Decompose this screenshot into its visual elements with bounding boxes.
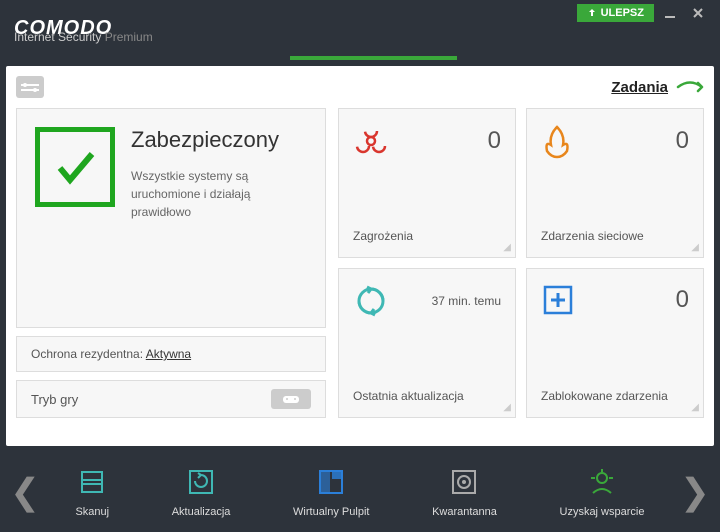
last-update-tile[interactable]: 37 min. temu Ostatnia aktualizacja ◢: [338, 268, 516, 418]
upgrade-button[interactable]: ULEPSZ: [577, 4, 654, 22]
product-edition: Premium: [105, 30, 153, 44]
quarantine-label: Kwarantanna: [432, 506, 497, 518]
threats-tile[interactable]: 0 Zagrożenia ◢: [338, 108, 516, 258]
support-label: Uzyskaj wsparcie: [560, 506, 645, 518]
quarantine-action[interactable]: Kwarantanna: [432, 466, 497, 518]
content-top-row: Zadania: [16, 76, 704, 98]
update-label: Ostatnia aktualizacja: [353, 389, 501, 403]
threats-count: 0: [488, 127, 501, 155]
update-action[interactable]: Aktualizacja: [172, 466, 231, 518]
game-mode-label: Tryb gry: [31, 392, 78, 407]
left-column: Zabezpieczony Wszystkie systemy są uruch…: [16, 108, 326, 418]
action-bar: Skanuj Aktualizacja Wirtualny Pulpit Kwa…: [44, 466, 676, 518]
update-action-label: Aktualizacja: [172, 506, 231, 518]
minimize-button[interactable]: [658, 3, 682, 23]
biohazard-icon: [353, 123, 389, 159]
resident-label: Ochrona rezydentna:: [31, 347, 143, 361]
tasks-label: Zadania: [611, 79, 668, 96]
titlebar: COMODO Internet Security Premium ULEPSZ: [0, 0, 720, 56]
game-mode-row: Tryb gry: [16, 380, 326, 418]
blocked-label: Zablokowane zdarzenia: [541, 389, 689, 403]
support-icon: [586, 466, 618, 498]
tasks-link[interactable]: Zadania: [611, 79, 704, 96]
status-text: Zabezpieczony Wszystkie systemy są uruch…: [131, 127, 307, 221]
footer-actions: ❮ Skanuj Aktualizacja Wirtualny Pulpit K…: [0, 452, 720, 532]
game-mode-toggle[interactable]: [271, 389, 311, 409]
status-subtitle: Wszystkie systemy są uruchomione i dział…: [131, 167, 307, 221]
expand-icon: ◢: [503, 402, 511, 413]
scan-label: Skanuj: [75, 506, 109, 518]
expand-icon: ◢: [691, 402, 699, 413]
expand-icon: ◢: [691, 242, 699, 253]
threats-label: Zagrożenia: [353, 229, 501, 243]
quarantine-icon: [448, 466, 480, 498]
update-action-icon: [185, 466, 217, 498]
close-button[interactable]: [686, 3, 710, 23]
upgrade-label: ULEPSZ: [601, 7, 644, 19]
blocked-events-tile[interactable]: 0 Zablokowane zdarzenia ◢: [526, 268, 704, 418]
status-title: Zabezpieczony: [131, 127, 307, 153]
resident-value-link[interactable]: Aktywna: [146, 347, 191, 361]
update-time: 37 min. temu: [432, 294, 501, 308]
scan-icon: [76, 466, 108, 498]
virtual-desktop-label: Wirtualny Pulpit: [293, 506, 369, 518]
support-action[interactable]: Uzyskaj wsparcie: [560, 466, 645, 518]
update-cycle-icon: [353, 283, 389, 319]
network-count: 0: [676, 127, 689, 155]
flame-icon: [541, 123, 573, 159]
network-label: Zdarzenia sieciowe: [541, 229, 689, 243]
product-line: Internet Security: [14, 30, 101, 44]
prev-arrow[interactable]: ❮: [6, 471, 44, 513]
right-column: 0 Zagrożenia ◢ 0 Zdarzenia sieciowe ◢: [338, 108, 704, 418]
upload-icon: [587, 8, 597, 18]
blocked-plus-icon: [541, 283, 575, 317]
product-name: Internet Security Premium: [14, 30, 153, 44]
next-arrow[interactable]: ❯: [676, 471, 714, 513]
content-area: Zadania Zabezpieczony Wszystkie systemy …: [6, 66, 714, 446]
swap-arrow-icon: [676, 80, 704, 94]
virtual-desktop-icon: [315, 466, 347, 498]
expand-icon: ◢: [503, 242, 511, 253]
virtual-desktop-action[interactable]: Wirtualny Pulpit: [293, 466, 369, 518]
resident-protection-row: Ochrona rezydentna: Aktywna: [16, 336, 326, 372]
dashboard-grid: Zabezpieczony Wszystkie systemy są uruch…: [16, 108, 704, 418]
settings-button[interactable]: [16, 76, 44, 98]
status-card: Zabezpieczony Wszystkie systemy są uruch…: [16, 108, 326, 328]
scan-action[interactable]: Skanuj: [75, 466, 109, 518]
network-events-tile[interactable]: 0 Zdarzenia sieciowe ◢: [526, 108, 704, 258]
blocked-count: 0: [676, 286, 689, 314]
gamepad-icon: [282, 393, 300, 405]
status-check-icon: [35, 127, 115, 207]
